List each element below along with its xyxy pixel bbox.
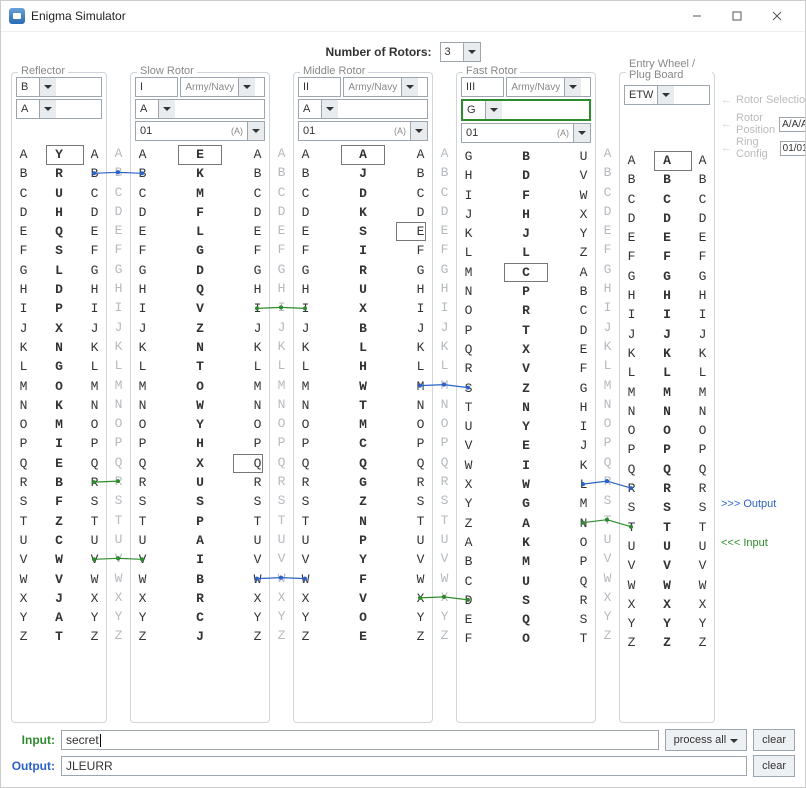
output-arrow-label: >>> Output bbox=[721, 498, 776, 510]
input-arrow-label: <<< Input bbox=[721, 537, 768, 549]
slow-type-select[interactable]: I bbox=[135, 77, 178, 97]
reflector-panel: Reflector B A ABCDEFGHIJKLMNOPQRSTUVWXYZ… bbox=[11, 72, 107, 723]
window-title: Enigma Simulator bbox=[31, 9, 677, 23]
rotor-position-box[interactable]: A/A/A.. bbox=[779, 117, 805, 132]
middle-type-select[interactable]: II bbox=[298, 77, 341, 97]
middle-variant-select[interactable]: Army/Navy bbox=[343, 77, 428, 97]
output-label: Output: bbox=[11, 759, 55, 773]
reflector-type-select[interactable]: B bbox=[16, 77, 102, 97]
process-all-button[interactable]: process all bbox=[665, 729, 748, 751]
input-label: Input: bbox=[11, 733, 55, 747]
output-textbox[interactable]: JLEURR bbox=[61, 756, 747, 776]
reflector-pos-select[interactable]: A bbox=[16, 99, 102, 119]
middle-rotor-panel: Middle Rotor II Army/Navy A 01(A) ABCDEF… bbox=[293, 72, 433, 723]
reflector-right-col: ABCDEFGHIJKLMNOPQRSTUVWXYZ bbox=[87, 145, 102, 647]
slow-pos-select[interactable]: A bbox=[135, 99, 265, 119]
arrow-left-icon: ← bbox=[721, 94, 732, 106]
fast-rotor-panel: Fast Rotor III Army/Navy G 01(A) GHIJKLM… bbox=[456, 72, 596, 723]
slow-rotor-panel: Slow Rotor I Army/Navy A 01(A) ABCDEFGHI… bbox=[130, 72, 270, 723]
reflector-wiring-col: YRUHQSLDPXNGOKMIEBFZCWVJAT bbox=[52, 145, 67, 647]
ring-config-box[interactable]: 01/01.. bbox=[780, 141, 805, 156]
num-rotors-select[interactable]: 3 bbox=[440, 42, 481, 62]
fast-variant-select[interactable]: Army/Navy bbox=[506, 77, 591, 97]
close-button[interactable] bbox=[757, 2, 797, 30]
input-textbox[interactable]: secret bbox=[61, 730, 659, 750]
entry-panel: Entry Wheel / Plug Board ETW ABCDEFGHIJK… bbox=[619, 72, 715, 723]
clear-input-button[interactable]: clear bbox=[753, 729, 795, 751]
entry-type-select[interactable]: ETW bbox=[624, 85, 710, 105]
num-rotors-label: Number of Rotors: bbox=[326, 45, 432, 59]
slow-ring-select[interactable]: 01(A) bbox=[135, 121, 265, 141]
minimize-button[interactable] bbox=[677, 2, 717, 30]
middle-pos-select[interactable]: A bbox=[298, 99, 428, 119]
chevron-down-icon bbox=[463, 43, 480, 61]
middle-ring-select[interactable]: 01(A) bbox=[298, 121, 428, 141]
reflector-left-col: ABCDEFGHIJKLMNOPQRSTUVWXYZ bbox=[16, 145, 31, 647]
fast-pos-select[interactable]: G bbox=[461, 99, 591, 121]
app-icon bbox=[9, 8, 25, 24]
fast-type-select[interactable]: III bbox=[461, 77, 504, 97]
rotor-position-label: Rotor Position bbox=[736, 112, 775, 136]
clear-output-button[interactable]: clear bbox=[753, 755, 795, 777]
maximize-button[interactable] bbox=[717, 2, 757, 30]
rotor-selection-label: Rotor Selection bbox=[736, 94, 805, 106]
ring-config-label: Ring Config bbox=[736, 136, 776, 160]
fast-ring-select[interactable]: 01(A) bbox=[461, 123, 591, 143]
slow-variant-select[interactable]: Army/Navy bbox=[180, 77, 265, 97]
titlebar: Enigma Simulator bbox=[1, 1, 805, 32]
